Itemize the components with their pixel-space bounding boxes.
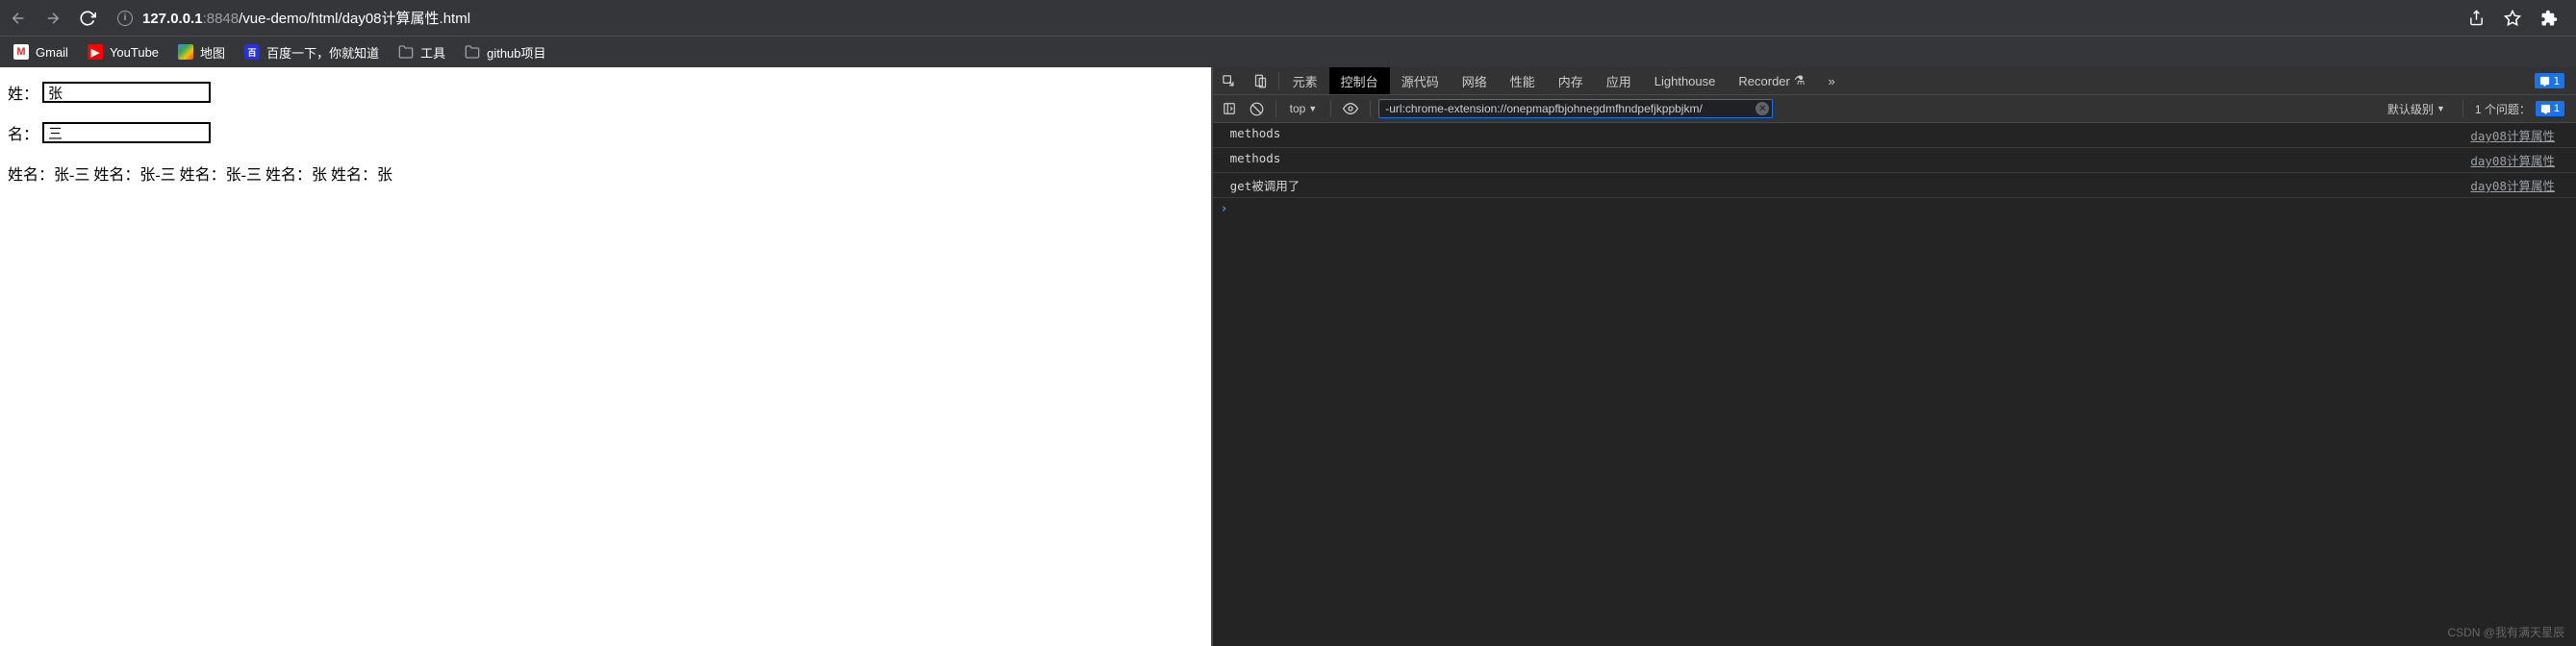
prompt-caret-icon: ›	[1221, 202, 1228, 216]
divider	[1370, 100, 1371, 117]
main-area: 姓： 名： 姓名：张-三 姓名：张-三 姓名：张-三 姓名：张 姓名：张 元素 …	[0, 67, 2576, 646]
log-source-link[interactable]: day08计算属性	[2470, 176, 2555, 194]
console-filter-input[interactable]	[1378, 99, 1773, 118]
back-button[interactable]	[10, 10, 27, 27]
bookmark-baidu[interactable]: 百 百度一下，你就知道	[244, 43, 379, 62]
nav-buttons	[10, 10, 96, 27]
bookmarks-bar: M Gmail ▶ YouTube 地图 百 百度一下，你就知道 工具 gith…	[0, 36, 2576, 67]
bookmark-youtube[interactable]: ▶ YouTube	[88, 44, 159, 60]
devtools-panel: 元素 控制台 源代码 网络 性能 内存 应用 Lighthouse Record…	[1211, 67, 2576, 646]
filter-wrap: ✕	[1378, 99, 1773, 118]
bookmark-label: github项目	[487, 43, 545, 62]
baidu-icon: 百	[244, 44, 260, 60]
tab-elements[interactable]: 元素	[1281, 67, 1329, 94]
url-text: 127.0.0.1:8848/vue-demo/html/day08计算属性.h…	[142, 8, 470, 28]
log-row: methods day08计算属性	[1213, 123, 2576, 148]
bookmark-label: 地图	[200, 43, 225, 62]
inspect-element-icon[interactable]	[1213, 67, 1245, 94]
extensions-icon[interactable]	[2539, 9, 2559, 28]
page-content: 姓： 名： 姓名：张-三 姓名：张-三 姓名：张-三 姓名：张 姓名：张	[0, 67, 1211, 646]
log-message: methods	[1230, 126, 1281, 144]
surname-input[interactable]	[42, 82, 211, 103]
console-prompt[interactable]: ›	[1213, 198, 2576, 220]
bookmark-gmail[interactable]: M Gmail	[13, 44, 68, 60]
share-icon[interactable]	[2466, 9, 2486, 28]
watermark: CSDN @我有满天星辰	[2447, 624, 2564, 640]
log-source-link[interactable]: day08计算属性	[2470, 126, 2555, 144]
maps-icon	[178, 44, 193, 60]
folder-icon	[398, 44, 414, 60]
log-row: methods day08计算属性	[1213, 148, 2576, 173]
divider	[2462, 100, 2463, 117]
bookmark-label: Gmail	[36, 45, 68, 60]
browser-toolbar: i 127.0.0.1:8848/vue-demo/html/day08计算属性…	[0, 0, 2576, 36]
reload-button[interactable]	[79, 10, 96, 27]
tab-more[interactable]: »	[1817, 67, 1847, 94]
device-toggle-icon[interactable]	[1245, 67, 1276, 94]
issues-count[interactable]: 1 个问题： 1	[2475, 101, 2564, 117]
given-row: 名：	[8, 121, 1203, 144]
tab-application[interactable]: 应用	[1595, 67, 1643, 94]
log-message: methods	[1230, 151, 1281, 169]
site-info-icon[interactable]: i	[117, 11, 133, 26]
log-level-selector[interactable]: 默认级别 ▼	[2382, 101, 2451, 117]
tab-network[interactable]: 网络	[1451, 67, 1499, 94]
tab-performance[interactable]: 性能	[1499, 67, 1547, 94]
tab-recorder[interactable]: Recorder ⚗	[1727, 67, 1816, 94]
tab-sources[interactable]: 源代码	[1390, 67, 1451, 94]
divider	[1330, 100, 1331, 117]
gmail-icon: M	[13, 44, 29, 60]
log-row: get被调用了 day08计算属性	[1213, 173, 2576, 198]
bookmark-label: 百度一下，你就知道	[266, 43, 379, 62]
forward-button[interactable]	[44, 10, 62, 27]
bookmark-label: YouTube	[110, 45, 159, 60]
divider	[1275, 100, 1276, 117]
divider	[1278, 72, 1279, 89]
address-bar[interactable]: i 127.0.0.1:8848/vue-demo/html/day08计算属性…	[117, 8, 2466, 28]
folder-icon	[465, 44, 480, 60]
bookmark-star-icon[interactable]	[2503, 9, 2522, 28]
log-source-link[interactable]: day08计算属性	[2470, 151, 2555, 169]
surname-label: 姓：	[8, 81, 38, 104]
console-sidebar-toggle-icon[interactable]	[1219, 102, 1240, 115]
console-log-area: methods day08计算属性 methods day08计算属性 get被…	[1213, 123, 2576, 646]
chrome-right-actions	[2466, 9, 2566, 28]
bookmark-label: 工具	[420, 43, 445, 62]
tab-memory[interactable]: 内存	[1547, 67, 1595, 94]
given-label: 名：	[8, 121, 38, 144]
issue-badge[interactable]: 1	[2535, 73, 2564, 88]
bookmark-folder-github[interactable]: github项目	[465, 43, 545, 62]
surname-row: 姓：	[8, 81, 1203, 104]
console-toolbar-right: 默认级别 ▼ 1 个问题： 1	[2382, 100, 2570, 117]
clear-console-icon[interactable]	[1246, 102, 1268, 116]
youtube-icon: ▶	[88, 44, 103, 60]
devtools-tabs-right: 1	[2535, 73, 2576, 88]
fullname-output: 姓名：张-三 姓名：张-三 姓名：张-三 姓名：张 姓名：张	[8, 162, 1203, 185]
context-selector[interactable]: top ▼	[1284, 102, 1324, 115]
console-toolbar: top ▼ ✕ 默认级别 ▼ 1 个问题： 1	[1213, 95, 2576, 123]
tab-lighthouse[interactable]: Lighthouse	[1643, 67, 1728, 94]
bookmark-folder-tools[interactable]: 工具	[398, 43, 445, 62]
bookmark-maps[interactable]: 地图	[178, 43, 225, 62]
live-expression-icon[interactable]	[1339, 101, 1362, 116]
devtools-tabs: 元素 控制台 源代码 网络 性能 内存 应用 Lighthouse Record…	[1213, 67, 2576, 95]
given-input[interactable]	[42, 122, 211, 143]
log-message: get被调用了	[1230, 176, 1301, 194]
tab-console[interactable]: 控制台	[1329, 67, 1390, 94]
